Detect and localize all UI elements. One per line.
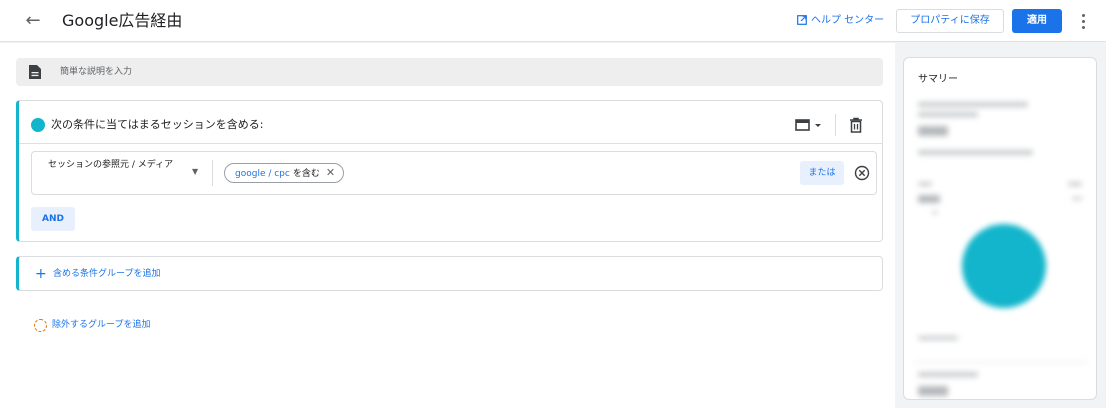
help-center-link[interactable]: ヘルプ センター [797,13,884,29]
add-exclude-group-label: 除外するグループを追加 [52,320,151,330]
condition-row: セッションの参照元 / メディア ▼ google / cpc を含む ✕ または [31,151,877,195]
dimension-label: セッションの参照元 / メディア [48,160,174,170]
remove-condition-icon[interactable] [854,165,870,181]
group-title: 次の条件に当てはまるセッションを含める: [51,118,264,131]
summary-blurred-content [904,94,1096,399]
layout-dropdown-icon[interactable] [795,118,823,132]
apply-button[interactable]: 適用 [1012,9,1062,33]
page-title: Google広告経由 [62,11,183,30]
dashed-circle-icon [34,319,47,332]
toolbar-divider [835,114,836,136]
and-button[interactable]: AND [31,207,75,231]
dimension-divider [212,160,213,186]
dimension-select[interactable]: セッションの参照元 / メディア ▼ [32,152,212,194]
summary-card: サマリー [903,57,1097,400]
save-to-property-button[interactable]: プロパティに保存 [896,9,1004,33]
add-include-group-button[interactable]: + 含める条件グループを追加 [16,256,883,291]
condition-value: google / cpc [235,169,290,179]
document-icon [29,65,41,79]
segment-editor: 簡単な説明を入力 次の条件に当てはまるセッションを含める: セッションの参照元 … [0,43,895,408]
trash-icon[interactable] [849,117,863,133]
close-icon[interactable]: ✕ [326,166,335,179]
group-header-divider [19,143,883,144]
help-center-label: ヘルプ センター [811,15,885,26]
open-in-new-icon [797,15,807,25]
description-input[interactable]: 簡単な説明を入力 [16,58,883,86]
condition-operator: を含む [292,169,320,179]
add-include-group-label: 含める条件グループを追加 [53,269,161,279]
group-color-dot [31,118,45,132]
summary-donut [962,224,1046,308]
arrow-left-icon[interactable]: ← [22,10,44,32]
or-button[interactable]: または [800,161,844,185]
top-bar: ← Google広告経由 ヘルプ センター プロパティに保存 適用 [0,0,1106,42]
summary-title: サマリー [918,74,958,85]
more-vert-icon[interactable] [1074,11,1092,31]
include-condition-group: 次の条件に当てはまるセッションを含める: セッションの参照元 / メディア ▼ … [16,100,883,242]
condition-chip[interactable]: google / cpc を含む ✕ [224,163,345,183]
plus-icon: + [35,266,47,282]
chevron-down-icon: ▼ [192,167,199,176]
description-placeholder: 簡単な説明を入力 [60,67,133,77]
